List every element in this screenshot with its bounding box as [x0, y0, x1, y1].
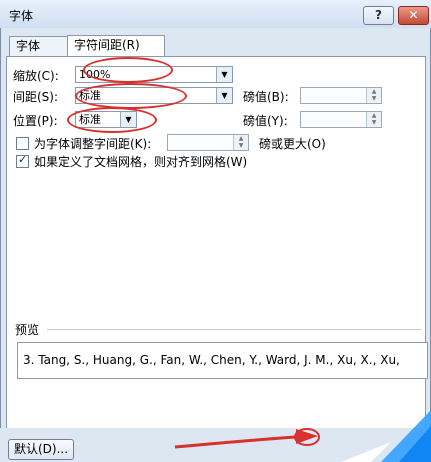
spacing-points-input[interactable]: ▲ ▼ [300, 87, 382, 104]
position-points-label: 磅值(Y): [243, 114, 288, 128]
default-button[interactable]: 默认(D)... [8, 439, 75, 460]
snap-to-grid-label: 如果定义了文档网格，则对齐到网格(W) [34, 155, 248, 169]
spin-buttons[interactable]: ▲ ▼ [366, 112, 381, 127]
close-icon: ✕ [408, 8, 419, 22]
spin-buttons[interactable]: ▲ ▼ [366, 88, 381, 103]
dialog-title: 字体 [9, 9, 34, 23]
close-button[interactable]: ✕ [398, 6, 429, 25]
kerning-suffix-label: 磅或更大(O) [259, 137, 326, 151]
spin-up-icon[interactable]: ▲ [239, 135, 244, 142]
dropdown-arrow-icon[interactable]: ▼ [216, 88, 232, 103]
annotation-ellipse-spacing [75, 83, 187, 109]
kerning-checkbox[interactable] [16, 137, 29, 150]
corner-decoration [341, 410, 431, 462]
dropdown-arrow-icon[interactable]: ▼ [216, 67, 232, 82]
position-label: 位置(P): [13, 114, 58, 128]
annotation-ellipse-scale [83, 57, 173, 83]
help-icon: ? [375, 8, 382, 22]
kerning-label: 为字体调整字间距(K): [34, 137, 152, 151]
spin-up-icon[interactable]: ▲ [372, 88, 377, 95]
spin-up-icon[interactable]: ▲ [372, 112, 377, 119]
help-button[interactable]: ? [363, 6, 394, 25]
preview-divider [47, 329, 421, 330]
spin-down-icon[interactable]: ▼ [239, 142, 244, 149]
titlebar: 字体 ? ✕ [0, 0, 431, 28]
snap-to-grid-checkbox[interactable] [16, 153, 29, 168]
annotation-ellipse-position [67, 107, 157, 133]
spin-down-icon[interactable]: ▼ [372, 119, 377, 126]
spacing-label: 间距(S): [13, 90, 59, 104]
tab-font[interactable]: 字体 [9, 36, 73, 56]
spacing-points-label: 磅值(B): [243, 90, 289, 104]
scale-label: 缩放(C): [13, 69, 59, 83]
character-spacing-panel: 缩放(C): 100% ▼ 间距(S): 标准 ▼ 磅值(B): ▲ ▼ 位置(P… [6, 56, 428, 430]
kerning-points-input[interactable]: ▲ ▼ [167, 134, 249, 151]
position-points-input[interactable]: ▲ ▼ [300, 111, 382, 128]
tab-character-spacing[interactable]: 字符间距(R) [67, 35, 165, 57]
spin-buttons[interactable]: ▲ ▼ [233, 135, 248, 150]
preview-box: 3. Tang, S., Huang, G., Fan, W., Chen, Y… [17, 342, 428, 379]
spin-down-icon[interactable]: ▼ [372, 95, 377, 102]
arrow-annotation-icon [174, 428, 320, 449]
preview-section-label: 预览 [15, 323, 40, 337]
